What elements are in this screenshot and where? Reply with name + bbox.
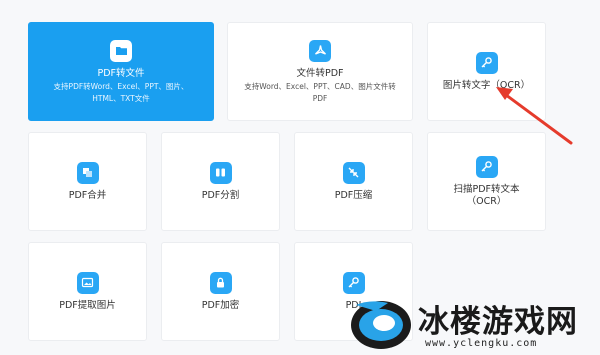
watermark-logo-icon bbox=[351, 301, 411, 349]
watermark-text: 冰楼游戏网 bbox=[418, 304, 578, 340]
watermark-url: www.yclengku.com bbox=[425, 338, 538, 349]
